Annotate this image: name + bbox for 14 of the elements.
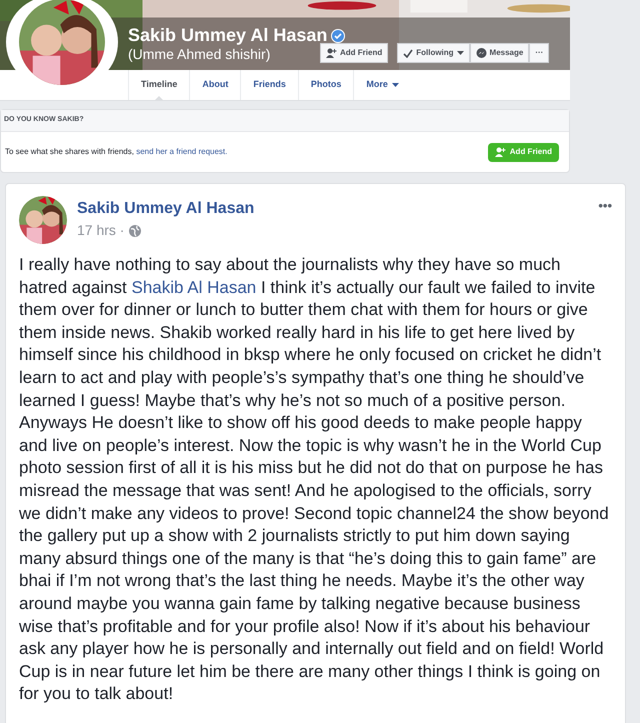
post-text: I really have nothing to say about the journalists why they have so much hatred against Shakib Al Hasan I think it’s actually our fault we failed to invite them over for dinner or lunch to butter them chat with them for hours or give them inside news. Shakib worked really hard in his life to get here lived by himself since his childhood in bksp where he only focused on cricket he didn’t learn to act and play with people’s’s sympathy that’s one thing he should’ve learned I guess! Maybe that’s why he’s not so much of a positive person. Anyways He doesn’t like to show off his good deeds to make people happy and live on people’s interest. Now the topic is why wasn’t he in the World Cup photo session first of all it is his miss but he did not do that on purpose he has misread the message that was sent! And he apologised to the officials, sorry we didn’t make any videos to prove! Second topic channel24 the show beyond the gallery put up a show with 2 journalists strictly to put him down saying many absurd things one of the many is that “he’s doing this to gain fame” are bhai if I’m not wrong that’s the last thing he needs. Maybe it’s the other way around maybe you wanna gain fame by talking negative because business wise that’s profitable and for your profile also! Now if it’s about his behaviour ask any player how he is personally and internally out field and on field! World Cup is in near future let him be there are many other things I think is going on for you to talk about! (19, 254, 610, 706)
profile-tab[interactable]: Photos (298, 70, 354, 100)
post-author[interactable]: Sakib Ummey Al Hasan (77, 198, 598, 220)
friend-request-text: To see what she shares with friends, send her a friend request. (5, 146, 228, 158)
mention-link[interactable]: Shakib Al Hasan (131, 278, 256, 297)
profile-tab[interactable]: More (353, 70, 411, 100)
profile-tab[interactable]: Friends (240, 70, 298, 100)
profile-tab[interactable]: About (189, 70, 240, 100)
friend-request-link[interactable]: send her a friend request. (136, 147, 228, 156)
globe-icon (128, 224, 142, 238)
profile-tab[interactable]: Timeline (128, 70, 190, 100)
add-person-icon (494, 147, 506, 157)
post-menu-button[interactable]: ••• (598, 196, 612, 216)
post-time: 17 hrs · (77, 221, 124, 240)
